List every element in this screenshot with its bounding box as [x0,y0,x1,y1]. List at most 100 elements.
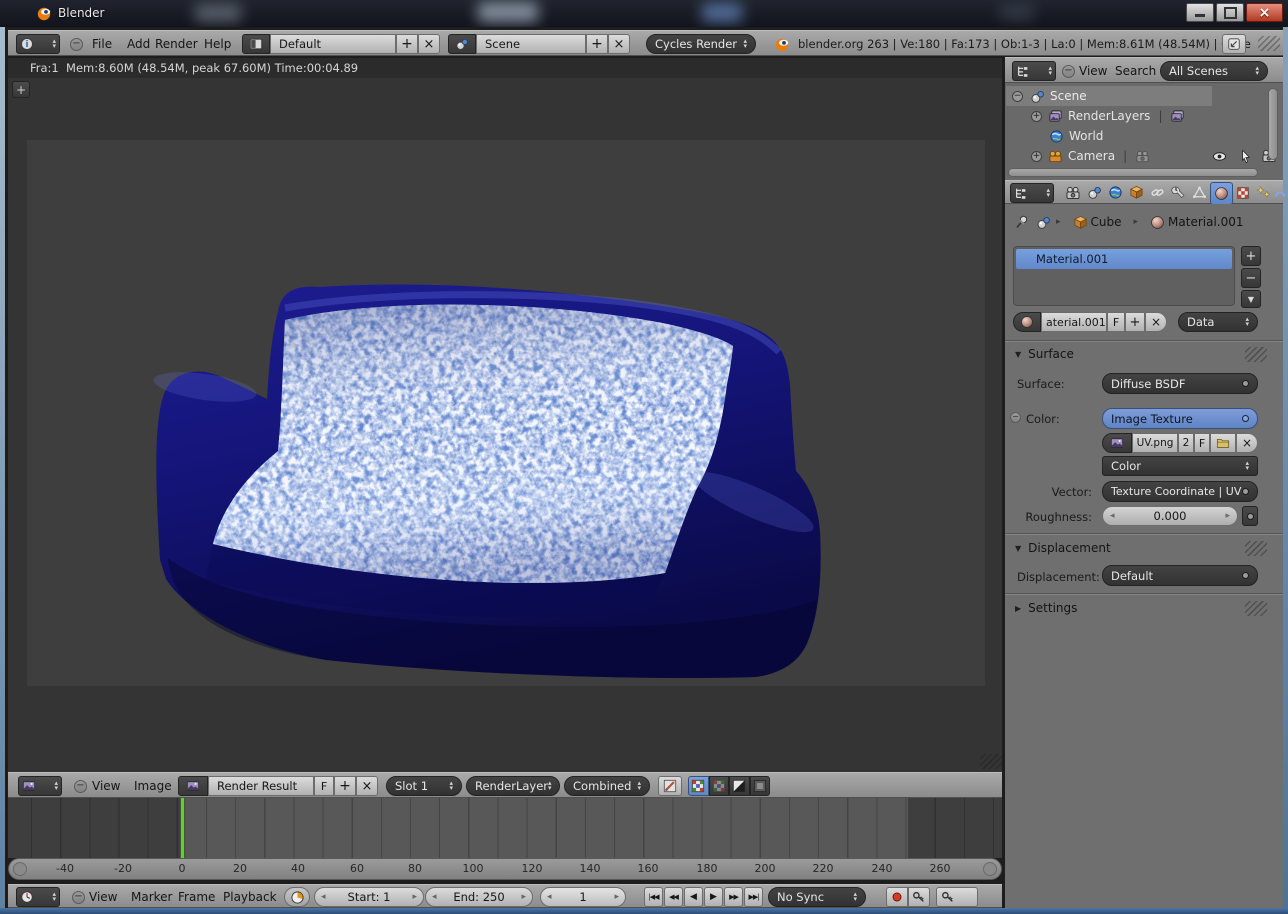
menu-marker[interactable]: Marker [131,884,172,910]
texture-image-browse-button[interactable] [1102,433,1132,453]
collapse-toggle-icon[interactable]: − [1012,91,1023,102]
previous-keyframe-button[interactable]: ◀◀ [664,887,683,907]
color-input-select[interactable]: Image Texture [1102,408,1258,429]
surface-panel-header[interactable]: ▼ Surface [1005,344,1283,364]
pin-icon[interactable] [1014,214,1030,230]
displacement-panel-header[interactable]: ▼ Displacement [1005,538,1283,558]
channel-rgba-button[interactable] [688,776,709,796]
texture-image-unlink-button[interactable]: × [1236,433,1258,453]
material-browse-button[interactable] [1013,312,1041,332]
play-button[interactable]: ▶ [704,887,723,907]
menu-view[interactable]: View [92,773,120,799]
texture-image-name-field[interactable]: UV.png [1132,433,1178,453]
end-frame-field[interactable]: ◂ End: 250 ▸ [425,887,533,907]
menu-view[interactable]: View [1079,58,1107,84]
render-engine-select[interactable]: Cycles Render ▴▾ [646,34,756,54]
roughness-socket-button[interactable] [1242,506,1258,526]
collapse-menus-button[interactable]: − [74,780,87,793]
menu-playback[interactable]: Playback [223,884,277,910]
expand-toggle-icon[interactable]: + [1031,151,1042,162]
scene-name-field[interactable]: Scene [476,34,586,54]
material-name-field[interactable]: aterial.001 [1041,312,1107,332]
editor-type-selector[interactable]: ▴▾ [1012,61,1056,81]
collapse-menus-button[interactable]: − [1062,65,1075,78]
record-button[interactable] [886,887,908,907]
image-add-button[interactable]: + [334,776,356,796]
window-titlebar[interactable]: Blender × [0,0,1288,27]
color-collapse-icon[interactable]: − [1010,412,1021,423]
menu-search[interactable]: Search [1115,58,1156,84]
current-frame-marker[interactable] [181,798,184,858]
displacement-select[interactable]: Default [1102,565,1258,586]
texture-image-users-button[interactable]: 2 [1178,433,1194,453]
timeline-track-area[interactable] [8,798,1002,858]
header-corner-grip[interactable] [1258,36,1280,51]
tab-physics[interactable] [1273,182,1287,203]
jump-to-end-button[interactable]: ▶▶| [744,887,763,907]
scene-add-button[interactable]: + [586,34,608,54]
scene-browse-button[interactable] [448,34,476,54]
tab-material[interactable] [1210,182,1233,205]
material-link-select[interactable]: Data ▴▾ [1178,312,1258,332]
tab-scene[interactable] [1084,182,1105,203]
collapse-menus-button[interactable]: − [70,38,83,51]
menu-render[interactable]: Render [155,31,198,57]
tab-object[interactable] [1126,182,1147,203]
slot-specials-button[interactable]: ▼ [1241,290,1261,308]
maximize-button[interactable] [1216,3,1244,22]
keying-set-button[interactable] [936,887,978,907]
timeline-scrubber[interactable]: -40 -20 0 20 40 60 80 100 120 140 160 18… [8,858,1002,880]
slot-add-button[interactable]: + [1241,246,1261,266]
panel-drag-grip[interactable] [1245,347,1267,362]
slot-remove-button[interactable]: − [1241,268,1261,288]
tree-row-renderlayers[interactable]: + RenderLayers | [1006,106,1276,126]
minimize-button[interactable] [1186,3,1214,22]
texture-image-open-button[interactable] [1210,433,1236,453]
image-editor-canvas[interactable]: + [8,78,1002,772]
time-cursor-toggle[interactable] [284,887,310,907]
layout-delete-button[interactable]: × [418,34,440,54]
collapse-menus-button[interactable]: − [72,891,85,904]
material-unlink-button[interactable]: × [1145,312,1167,332]
tab-particles[interactable] [1253,182,1274,203]
channel-alpha-button[interactable] [729,776,750,796]
auto-keyframe-button[interactable] [908,887,930,907]
node-material-icon[interactable] [1036,215,1051,230]
selectability-cursor-icon[interactable] [1238,149,1253,164]
current-frame-field[interactable]: ◂ 1 ▸ [540,887,626,907]
region-expand-button[interactable]: + [12,81,30,98]
outliner-horizontal-scrollbar[interactable] [1008,168,1258,177]
jump-to-start-button[interactable]: |◀◀ [644,887,663,907]
panel-drag-grip[interactable] [1245,541,1267,556]
tab-texture[interactable] [1232,182,1253,203]
settings-panel-header[interactable]: ▶ Settings [1005,598,1283,618]
editor-type-selector[interactable]: ▴▾ [16,887,60,907]
channel-zdepth-button[interactable] [750,776,771,796]
layout-browse-button[interactable] [242,34,270,54]
close-button[interactable]: × [1246,3,1283,22]
menu-image[interactable]: Image [134,773,172,799]
menu-add[interactable]: Add [127,31,150,57]
slot-select[interactable]: Slot 1 ▴▾ [386,776,462,796]
image-browse-button[interactable] [178,776,208,796]
image-delete-button[interactable]: × [356,776,378,796]
layout-add-button[interactable]: + [396,34,418,54]
tab-modifiers[interactable] [1168,182,1189,203]
image-paint-toggle[interactable] [658,776,682,796]
roughness-slider[interactable]: ◂ 0.000 ▸ [1102,506,1238,526]
visibility-eye-icon[interactable] [1212,149,1227,164]
panel-drag-grip[interactable] [1245,601,1267,616]
scrubber-right-knob[interactable] [983,862,997,876]
menu-help[interactable]: Help [204,31,231,57]
rendered-image[interactable] [27,140,985,686]
render-pass-select[interactable]: Combined ▴▾ [564,776,650,796]
tree-row-camera[interactable]: + Camera | [1006,146,1276,166]
start-frame-field[interactable]: ◂ Start: 1 ▸ [314,887,424,907]
tab-render[interactable] [1062,182,1083,203]
render-layer-select[interactable]: RenderLayer ▴▾ [466,776,560,796]
image-channel-select[interactable]: Color ▴▾ [1102,456,1258,476]
outliner-display-select[interactable]: All Scenes ▴▾ [1160,61,1268,81]
next-keyframe-button[interactable]: ▶▶ [724,887,743,907]
outliner-vertical-scrollbar[interactable] [1268,88,1278,160]
image-name-field[interactable]: Render Result [208,776,314,796]
